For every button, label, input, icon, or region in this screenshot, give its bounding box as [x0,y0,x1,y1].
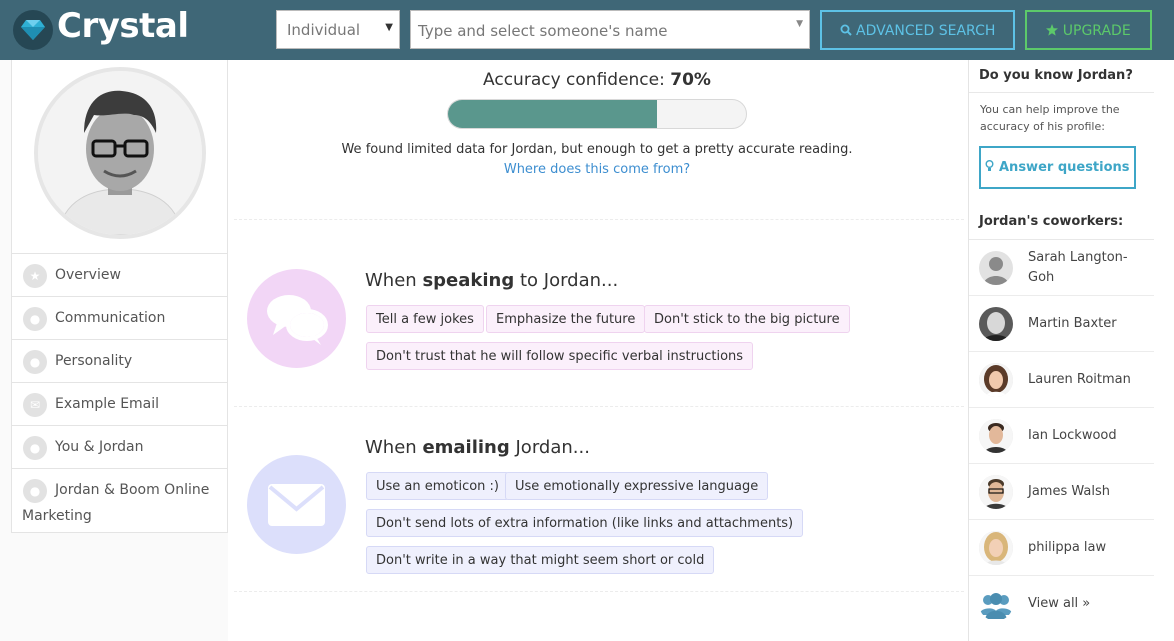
nav-item-example-email[interactable]: ✉ Example Email [12,382,227,425]
emailing-tip-chip: Use an emoticon :) [366,472,510,500]
nav-item-you-and-jordan[interactable]: ● You & Jordan [12,425,227,468]
data-source-link[interactable]: Where does this come from? [228,162,966,177]
nav-item-label: Communication [55,310,166,326]
coworker-name[interactable]: Martin Baxter [1028,316,1117,331]
divider [234,591,964,592]
nav-item-company[interactable]: ● Jordan & Boom Online Marketing [12,468,227,531]
user-icon: ● [23,436,47,460]
upgrade-button[interactable]: UPGRADE [1025,10,1152,50]
logo-text[interactable]: Crystal [57,6,189,46]
nav-item-label: Personality [55,353,133,369]
coworker-avatar [979,363,1013,397]
view-all-coworkers[interactable]: View all » [969,576,1154,632]
emailing-section-title: When emailing Jordan... [365,437,590,458]
coworker-item[interactable]: philippa law [969,520,1154,576]
name-search-input[interactable]: Type and select someone's name ▼ [410,10,810,49]
speaking-tip-chip: Don't stick to the big picture [644,305,850,333]
answer-questions-button[interactable]: Answer questions [979,146,1136,189]
nav-item-personality[interactable]: ● Personality [12,339,227,382]
top-header: Crystal Individual ▼ Type and select som… [0,0,1174,60]
coworker-avatar [979,307,1013,341]
dropdown-caret-icon: ▼ [385,22,393,33]
emailing-title-bold: emailing [422,437,510,458]
left-sidebar: ★ Overview ● Communication ● Personality… [11,60,228,533]
coworker-item[interactable]: Martin Baxter [969,296,1154,352]
type-select-value: Individual [287,21,361,39]
view-all-link[interactable]: View all » [1028,596,1090,611]
speech-bubbles-icon [247,269,346,368]
coworker-name[interactable]: James Walsh [1028,484,1110,499]
profile-avatar [34,67,206,239]
speaking-tip-chip: Don't trust that he will follow specific… [366,342,754,370]
emailing-tip-chip: Don't write in a way that might seem sho… [366,546,715,574]
gem-logo-icon[interactable] [13,10,53,50]
coworker-name[interactable]: Sarah Langton-Goh [1028,248,1138,288]
star-icon: ★ [23,264,47,288]
coworker-name[interactable]: philippa law [1028,540,1106,555]
lightbulb-icon: ● [23,350,47,374]
speaking-tip-chip: Emphasize the future [486,305,646,333]
speaking-section-title: When speaking to Jordan... [365,270,618,291]
coworker-avatar [979,475,1013,509]
coworker-avatar [979,419,1013,453]
speaking-title-bold: speaking [422,270,515,291]
advanced-search-label: ADVANCED SEARCH [856,23,996,39]
accuracy-value: 70% [670,70,711,90]
search-icon [840,23,856,39]
help-text: You can help improve the accuracy of his… [980,103,1120,133]
nav-item-label: Example Email [55,396,160,412]
data-found-text: We found limited data for Jordan, but en… [341,142,853,157]
coworker-item[interactable]: Sarah Langton-Goh [969,240,1154,296]
coworkers-title: Jordan's coworkers: [979,214,1124,229]
coworker-avatar [979,531,1013,565]
upgrade-label: UPGRADE [1062,23,1131,39]
emailing-tip-chip: Use emotionally expressive language [505,472,769,500]
dropdown-caret-icon: ▼ [796,19,803,29]
speaking-title-suffix: to Jordan... [519,270,619,291]
advanced-search-button[interactable]: ADVANCED SEARCH [820,10,1015,50]
right-sidebar: Do you know Jordan? You can help improve… [968,60,1174,641]
divider [234,219,964,220]
coworker-item[interactable]: Ian Lockwood [969,408,1154,464]
accuracy-label: Accuracy confidence: [483,70,665,90]
accuracy-progress-bar [447,99,747,129]
lightbulb-icon [985,160,999,175]
divider [969,92,1154,93]
divider [234,406,964,407]
coworker-item[interactable]: James Walsh [969,464,1154,520]
chat-icon: ● [23,307,47,331]
accuracy-confidence-heading: Accuracy confidence: 70% [228,70,966,90]
answer-questions-label: Answer questions [999,160,1130,175]
speaking-tip-chip: Tell a few jokes [366,305,484,333]
emailing-title-prefix: When [365,437,417,458]
envelope-icon [247,455,346,554]
star-icon [1046,23,1062,39]
nav-item-label: You & Jordan [55,439,144,455]
default-user-icon [979,251,1013,285]
emailing-title-suffix: Jordan... [515,437,590,458]
envelope-icon: ✉ [23,393,47,417]
speaking-title-prefix: When [365,270,417,291]
nav-item-label: Overview [55,267,121,283]
main-content: Accuracy confidence: 70% We found limite… [228,60,968,641]
emailing-tip-chip: Don't send lots of extra information (li… [366,509,804,537]
name-search-placeholder: Type and select someone's name [418,22,668,40]
data-source-link-text[interactable]: Where does this come from? [504,162,690,177]
nav-item-communication[interactable]: ● Communication [12,296,227,339]
type-select[interactable]: Individual ▼ [276,10,400,49]
group-icon [979,587,1013,621]
nav-item-label: Jordan & Boom Online Marketing [22,482,210,524]
coworker-name[interactable]: Ian Lockwood [1028,428,1117,443]
know-jordan-title: Do you know Jordan? [979,68,1133,83]
coworker-item[interactable]: Lauren Roitman [969,352,1154,408]
accuracy-progress-fill [448,100,657,128]
nav-item-overview[interactable]: ★ Overview [12,253,227,296]
coworker-name[interactable]: Lauren Roitman [1028,372,1131,387]
